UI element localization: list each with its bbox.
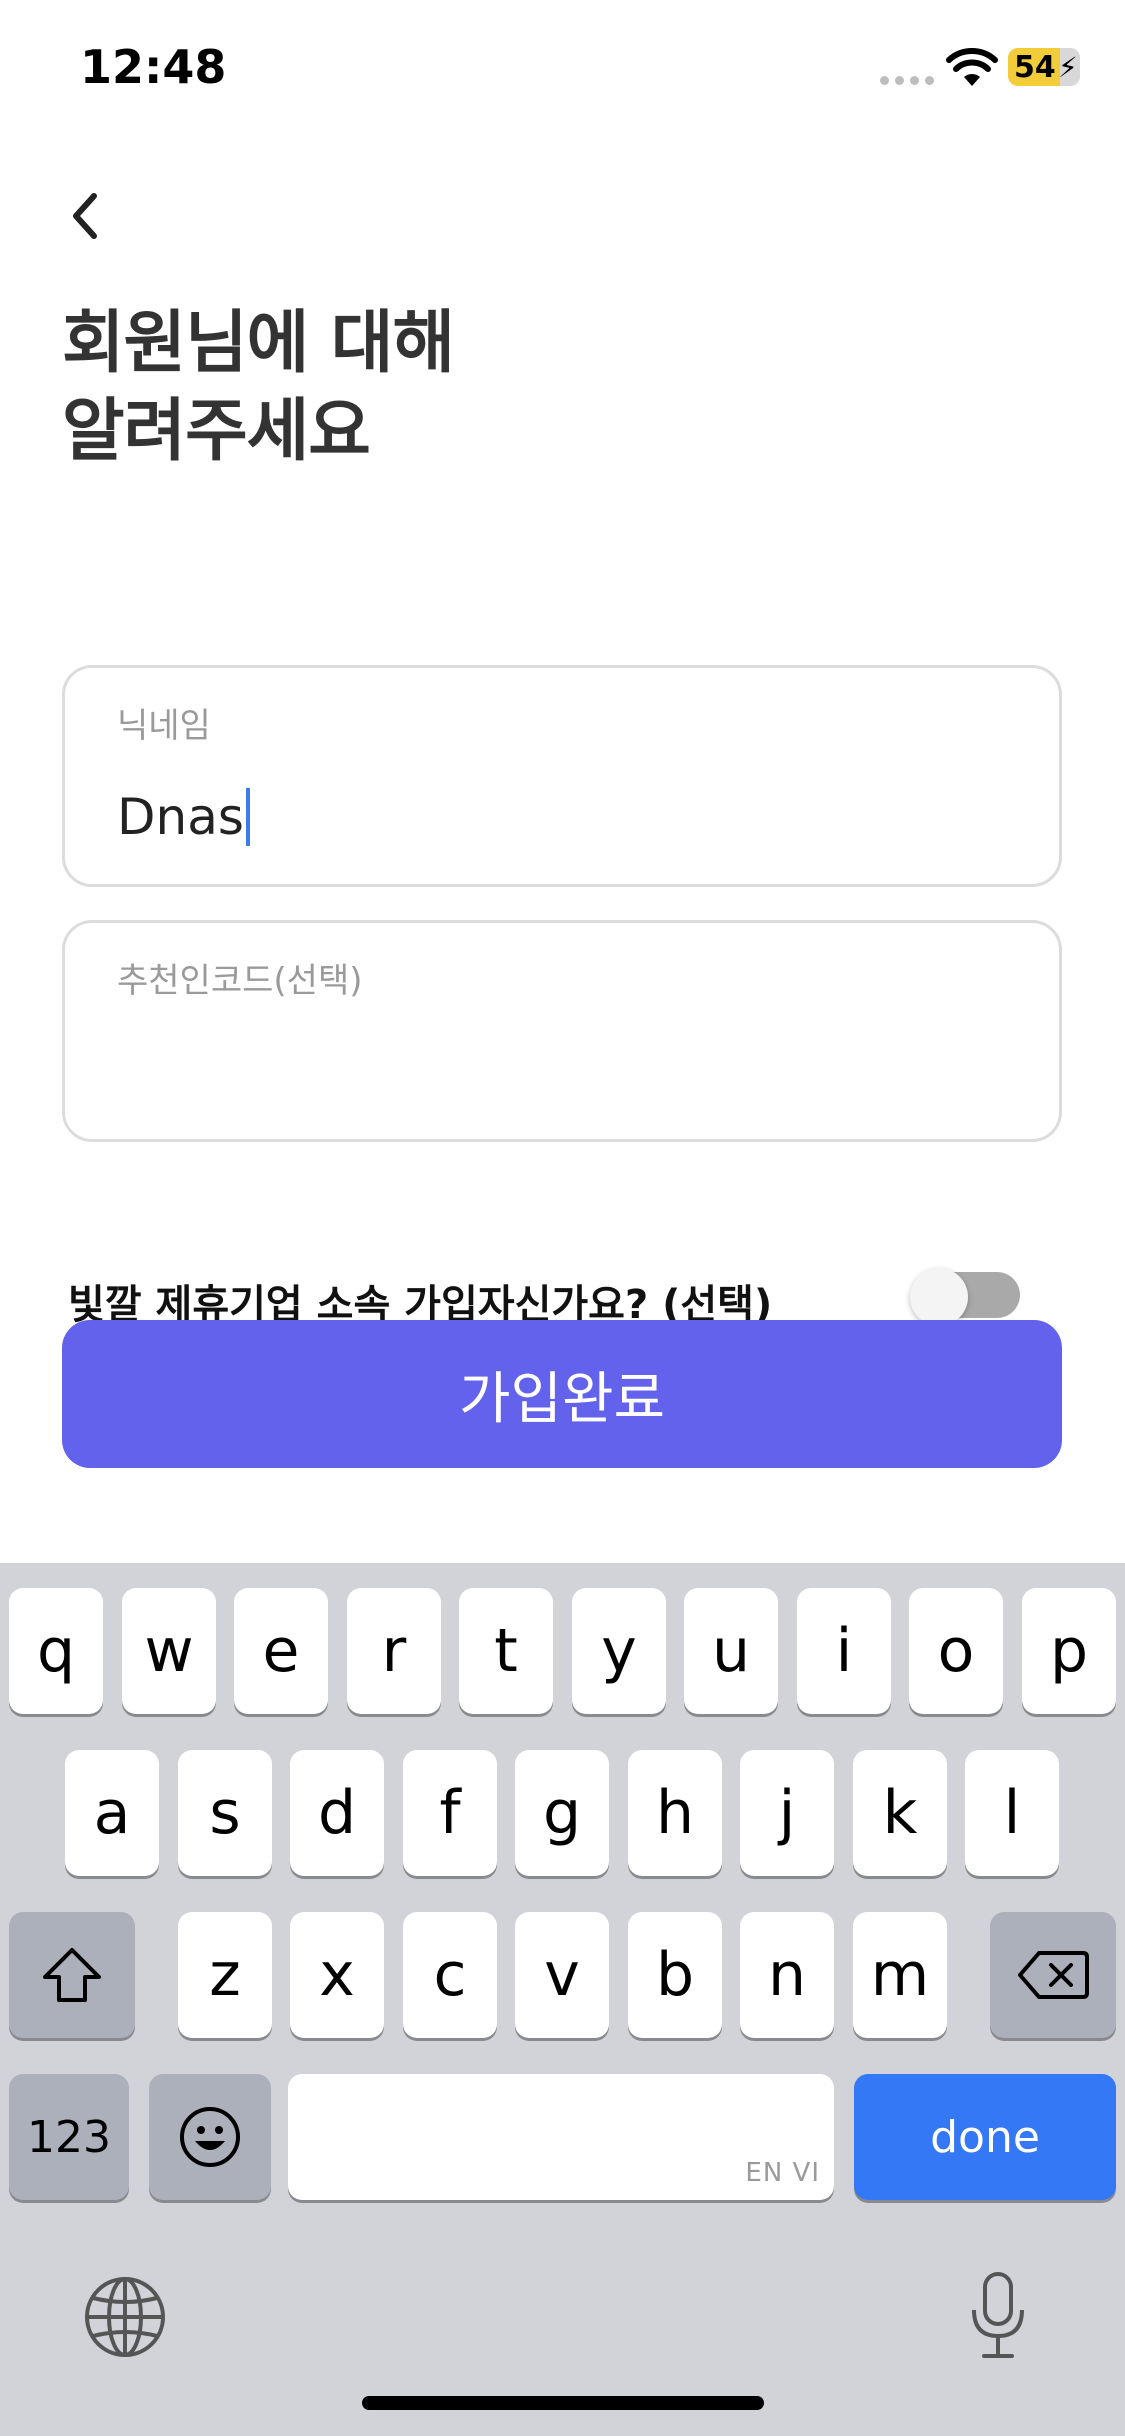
key-i[interactable]: i [797, 1588, 891, 1714]
key-b[interactable]: b [628, 1912, 722, 2038]
backspace-icon [1018, 1951, 1089, 1999]
keyboard: q w e r t y u i o p a s d f g h j k l z … [0, 1563, 1125, 2436]
key-y[interactable]: y [572, 1588, 666, 1714]
emoji-key[interactable] [149, 2074, 271, 2200]
key-k[interactable]: k [853, 1750, 947, 1876]
key-f[interactable]: f [403, 1750, 497, 1876]
shift-icon [43, 1948, 101, 2002]
key-t[interactable]: t [459, 1588, 553, 1714]
toggle-knob [910, 1268, 968, 1326]
key-e[interactable]: e [234, 1588, 328, 1714]
wifi-icon [946, 48, 998, 86]
cellular-signal-icon [880, 76, 934, 85]
referral-code-label: 추천인코드(선택) [117, 961, 363, 1001]
key-z[interactable]: z [178, 1912, 272, 2038]
partner-company-toggle[interactable] [910, 1268, 1020, 1326]
back-chevron-icon[interactable] [62, 188, 110, 244]
emoji-icon [180, 2107, 240, 2167]
nickname-field[interactable]: 닉네임 Dnas [62, 665, 1062, 887]
key-o[interactable]: o [909, 1588, 1003, 1714]
key-h[interactable]: h [628, 1750, 722, 1876]
nickname-value: Dnas [117, 788, 244, 846]
key-x[interactable]: x [290, 1912, 384, 2038]
battery-percent: 54 [1014, 50, 1056, 85]
key-v[interactable]: v [515, 1912, 609, 2038]
space-language-label: EN VI [745, 2158, 820, 2188]
numbers-key[interactable]: 123 [9, 2074, 129, 2200]
key-l[interactable]: l [965, 1750, 1059, 1876]
key-s[interactable]: s [178, 1750, 272, 1876]
microphone-icon[interactable] [968, 2270, 1028, 2362]
key-u[interactable]: u [684, 1588, 778, 1714]
key-n[interactable]: n [740, 1912, 834, 2038]
key-r[interactable]: r [347, 1588, 441, 1714]
key-w[interactable]: w [122, 1588, 216, 1714]
key-c[interactable]: c [403, 1912, 497, 2038]
page-title-line2: 알려주세요 [62, 392, 371, 471]
key-p[interactable]: p [1022, 1588, 1116, 1714]
key-j[interactable]: j [740, 1750, 834, 1876]
status-time: 12:48 [80, 40, 227, 94]
space-key[interactable]: EN VI [288, 2074, 834, 2200]
key-g[interactable]: g [515, 1750, 609, 1876]
battery-icon: 54 ⚡ [1008, 48, 1080, 86]
key-q[interactable]: q [9, 1588, 103, 1714]
key-d[interactable]: d [290, 1750, 384, 1876]
nickname-label: 닉네임 [117, 706, 211, 746]
referral-code-field[interactable]: 추천인코드(선택) [62, 920, 1062, 1142]
nickname-input[interactable]: Dnas [117, 788, 250, 846]
home-indicator [362, 2396, 764, 2410]
key-a[interactable]: a [65, 1750, 159, 1876]
page-title-line1: 회원님에 대해 [62, 304, 455, 383]
signup-complete-button[interactable]: 가입완료 [62, 1320, 1062, 1468]
shift-key[interactable] [9, 1912, 135, 2038]
done-key[interactable]: done [854, 2074, 1116, 2200]
globe-icon[interactable] [82, 2274, 168, 2360]
delete-key[interactable] [990, 1912, 1116, 2038]
key-m[interactable]: m [853, 1912, 947, 2038]
status-bar: 12:48 54 ⚡ [0, 0, 1125, 140]
text-caret [245, 788, 250, 846]
page-title: 회원님에 대해 알려주세요 [62, 300, 455, 476]
